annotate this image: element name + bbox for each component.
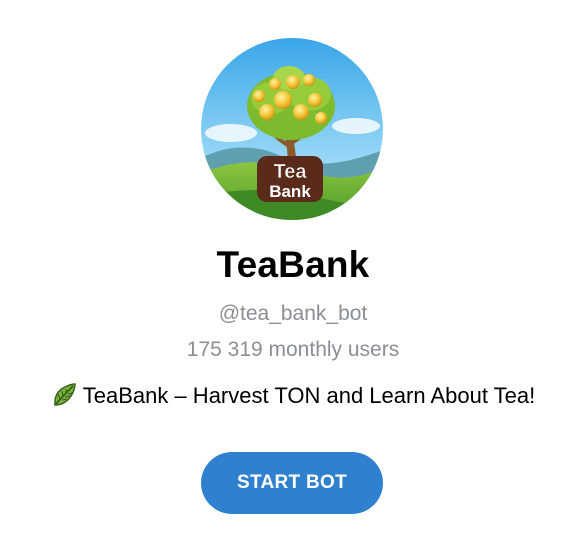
bot-description-text: TeaBank – Harvest TON and Learn About Te… (82, 383, 536, 408)
bot-profile-card: Tea Bank TeaBank @tea_bank_bot 175 319 m… (0, 0, 586, 548)
avatar-logo-line1: Tea (274, 161, 308, 183)
avatar-logo-line2: Bank (269, 182, 311, 201)
bot-avatar: Tea Bank (201, 38, 383, 220)
tea-tree-illustration: Tea Bank (201, 38, 383, 220)
bot-username: @tea_bank_bot (218, 302, 368, 325)
leaf-icon (51, 382, 77, 408)
bot-name: TeaBank (216, 244, 370, 285)
monthly-users-count: 175 319 monthly users (186, 338, 400, 361)
start-bot-button[interactable]: START BOT (201, 452, 383, 514)
bot-description: TeaBank – Harvest TON and Learn About Te… (0, 382, 586, 409)
